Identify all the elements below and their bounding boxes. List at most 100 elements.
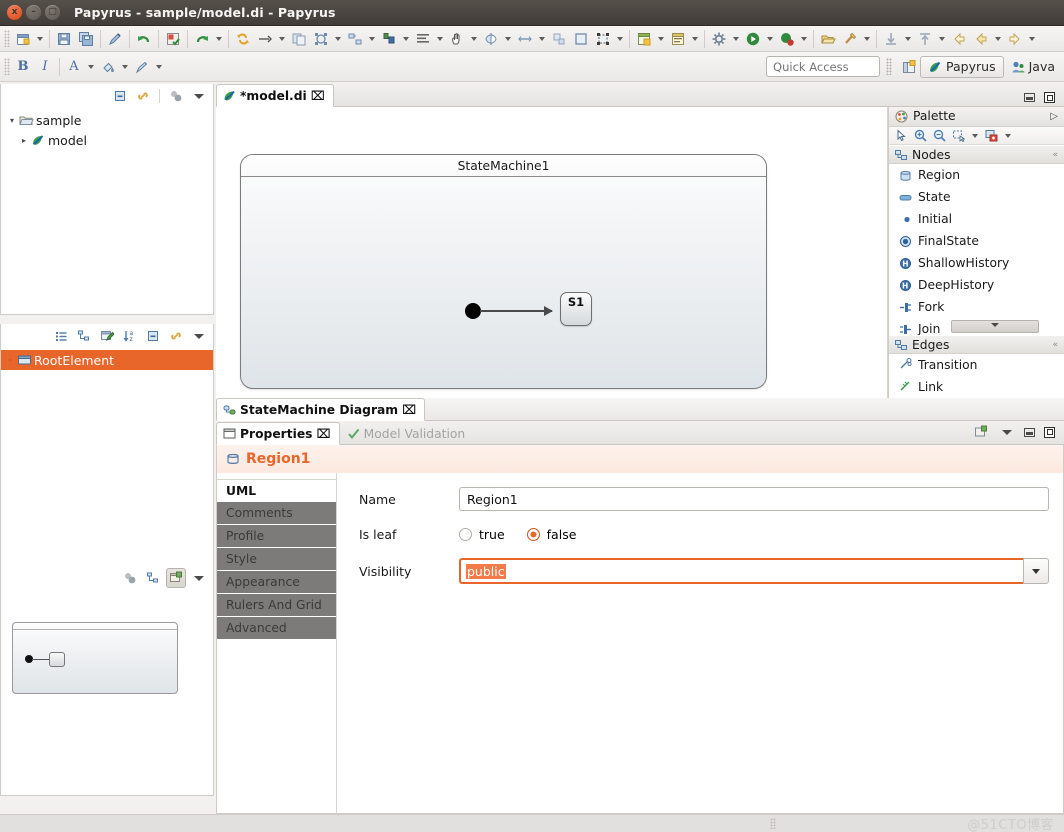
zoom-out-icon[interactable] bbox=[931, 127, 948, 144]
resize-icon[interactable] bbox=[514, 28, 536, 50]
bold-icon[interactable]: B bbox=[12, 56, 34, 78]
sync-icon[interactable] bbox=[232, 28, 254, 50]
editor-tab-model-di[interactable]: *model.di ⌧ bbox=[216, 84, 334, 107]
diagram-open-icon[interactable] bbox=[667, 28, 689, 50]
open-perspective-icon[interactable] bbox=[898, 56, 920, 78]
diagram-new-icon[interactable] bbox=[633, 28, 655, 50]
filter-dropdown-arrow[interactable] bbox=[332, 28, 344, 50]
status-grip[interactable] bbox=[770, 818, 776, 829]
close-icon[interactable]: ⌧ bbox=[402, 403, 416, 417]
maximize-icon[interactable] bbox=[1044, 92, 1055, 103]
tab-properties[interactable]: Properties ⌧ bbox=[216, 422, 340, 445]
edit-icon[interactable] bbox=[97, 326, 117, 346]
radio-selected-icon[interactable] bbox=[526, 528, 540, 541]
collapse-all-icon[interactable] bbox=[110, 86, 130, 106]
tree-filter-icon[interactable] bbox=[74, 326, 94, 346]
italic-icon[interactable]: I bbox=[34, 56, 56, 78]
snap-icon[interactable] bbox=[548, 28, 570, 50]
palette-item-deephistory[interactable]: H DeepHistory bbox=[889, 274, 1064, 296]
outline-canvas[interactable] bbox=[2, 614, 212, 794]
property-tab-advanced[interactable]: Advanced bbox=[217, 617, 336, 639]
font-color-icon[interactable]: A bbox=[63, 56, 85, 78]
thumbnail-icon[interactable] bbox=[166, 568, 186, 588]
palette-item-fork[interactable]: Fork bbox=[889, 296, 1064, 318]
upload-icon[interactable] bbox=[914, 28, 936, 50]
property-tab-rulers-and-grid[interactable]: Rulers And Grid bbox=[217, 594, 336, 616]
copy-appearance-icon[interactable] bbox=[288, 28, 310, 50]
fill-color-dropdown-arrow[interactable] bbox=[119, 56, 131, 78]
marquee-icon[interactable] bbox=[950, 127, 967, 144]
palette-drawer-edges[interactable]: Edges « bbox=[889, 335, 1064, 354]
fill-color-icon[interactable] bbox=[97, 56, 119, 78]
palette-item-shallowhistory[interactable]: H ShallowHistory bbox=[889, 252, 1064, 274]
link-with-editor-icon[interactable] bbox=[166, 326, 186, 346]
line-color-dropdown-arrow[interactable] bbox=[153, 56, 165, 78]
gear-icon[interactable] bbox=[708, 28, 730, 50]
forward-dropdown-arrow[interactable] bbox=[1026, 28, 1038, 50]
perspective-grip[interactable] bbox=[886, 58, 893, 75]
diagram-canvas[interactable]: StateMachine1 S1 bbox=[216, 107, 888, 406]
note-dropdown-arrow[interactable] bbox=[1002, 127, 1014, 144]
statemachine-thumbnail[interactable] bbox=[12, 622, 178, 694]
debug-dropdown-arrow[interactable] bbox=[798, 28, 810, 50]
mirror-dropdown-arrow[interactable] bbox=[502, 28, 514, 50]
undo-icon[interactable] bbox=[133, 28, 155, 50]
transition-arrow[interactable] bbox=[480, 306, 553, 316]
upload-dropdown-arrow[interactable] bbox=[936, 28, 948, 50]
sort-az-icon[interactable]: az bbox=[120, 326, 140, 346]
close-window-button[interactable]: x bbox=[7, 5, 22, 20]
run-dropdown-arrow[interactable] bbox=[764, 28, 776, 50]
select-icon[interactable] bbox=[592, 28, 614, 50]
collapse-drawer-icon[interactable]: « bbox=[1052, 150, 1058, 160]
redo-dropdown-arrow[interactable] bbox=[213, 28, 225, 50]
maximize-icon[interactable] bbox=[1044, 426, 1055, 438]
forward-icon[interactable] bbox=[1004, 28, 1026, 50]
pencil-icon[interactable] bbox=[104, 28, 126, 50]
tree-item-sample[interactable]: ▾ sample bbox=[1, 110, 213, 130]
hand-dropdown-arrow[interactable] bbox=[468, 28, 480, 50]
save-all-icon[interactable] bbox=[75, 28, 97, 50]
palette-drawer-nodes[interactable]: Nodes « bbox=[889, 145, 1064, 165]
expand-arrow-icon[interactable]: ▾ bbox=[7, 116, 17, 125]
perspective-papyrus-button[interactable]: Papyrus bbox=[920, 55, 1004, 78]
note-icon[interactable] bbox=[983, 127, 1000, 144]
palette-item-finalstate[interactable]: FinalState bbox=[889, 230, 1064, 252]
palette-item-state[interactable]: State bbox=[889, 186, 1064, 208]
download-dropdown-arrow[interactable] bbox=[902, 28, 914, 50]
palette-item-join[interactable]: Join bbox=[889, 318, 1064, 335]
redo-icon[interactable] bbox=[191, 28, 213, 50]
property-tab-appearance[interactable]: Appearance bbox=[217, 571, 336, 593]
hand-icon[interactable] bbox=[446, 28, 468, 50]
new-dropdown-arrow[interactable] bbox=[34, 28, 46, 50]
view-menu-filter-icon[interactable] bbox=[166, 86, 186, 106]
isleaf-false-option[interactable]: false bbox=[526, 527, 576, 542]
zoom-in-icon[interactable] bbox=[912, 127, 929, 144]
isleaf-true-option[interactable]: true bbox=[459, 527, 505, 542]
arrow-right-dropdown-arrow[interactable] bbox=[276, 28, 288, 50]
forward-left-icon[interactable] bbox=[970, 28, 992, 50]
minimize-icon[interactable] bbox=[1024, 427, 1035, 437]
chevron-down-icon[interactable] bbox=[991, 323, 999, 328]
overview-icon[interactable] bbox=[120, 568, 140, 588]
tab-model-validation[interactable]: Model Validation bbox=[340, 422, 475, 445]
toolbar-grip[interactable] bbox=[4, 30, 10, 47]
state-node-s1[interactable]: S1 bbox=[560, 292, 592, 326]
tree-item-rootelement[interactable]: · RootElement bbox=[1, 350, 213, 370]
align-icon[interactable] bbox=[378, 28, 400, 50]
distribute-dropdown-arrow[interactable] bbox=[366, 28, 378, 50]
view-menu-icon[interactable] bbox=[189, 326, 209, 346]
property-tab-style[interactable]: Style bbox=[217, 548, 336, 570]
property-tab-profile[interactable]: Profile bbox=[217, 525, 336, 547]
font-color-dropdown-arrow[interactable] bbox=[85, 56, 97, 78]
minimize-icon[interactable] bbox=[1024, 93, 1035, 102]
download-icon[interactable] bbox=[880, 28, 902, 50]
visibility-combo[interactable]: public bbox=[459, 558, 1049, 584]
chevron-down-icon[interactable] bbox=[1023, 558, 1049, 584]
collapse-arrow-icon[interactable]: ▸ bbox=[19, 136, 29, 145]
close-icon[interactable]: ⌧ bbox=[316, 427, 330, 441]
marquee-dropdown-arrow[interactable] bbox=[969, 127, 981, 144]
filter-icon[interactable] bbox=[310, 28, 332, 50]
view-menu-icon[interactable] bbox=[189, 568, 209, 588]
initial-pseudostate-node[interactable] bbox=[465, 303, 481, 319]
format-toolbar-grip[interactable] bbox=[4, 58, 10, 75]
